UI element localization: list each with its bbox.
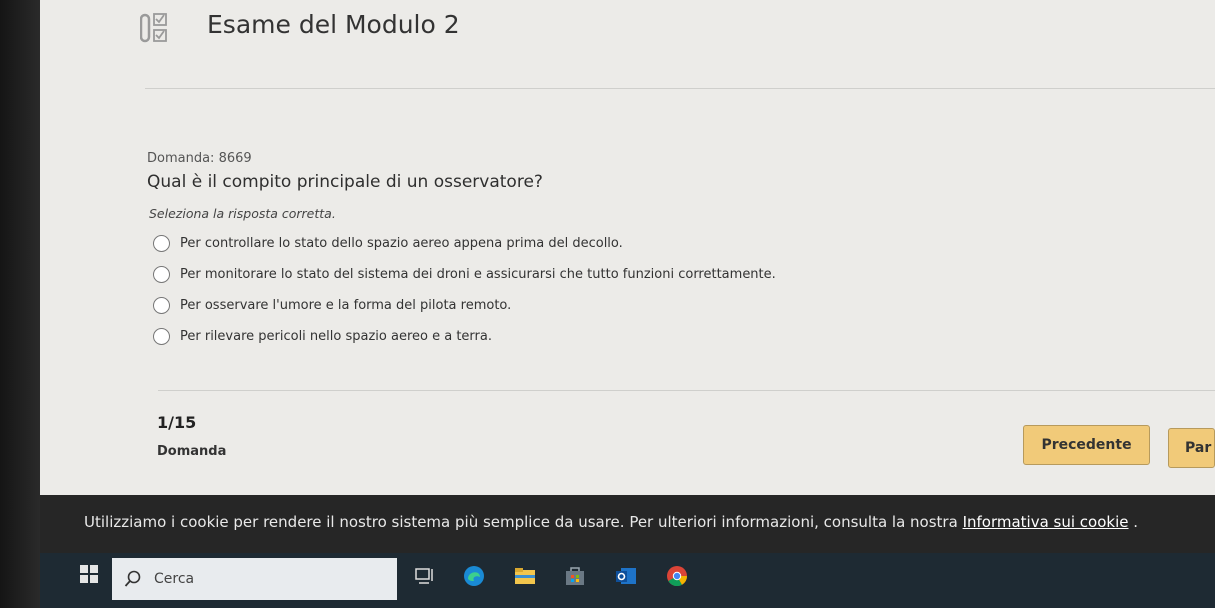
answer-option-label: Per rilevare pericoli nello spazio aereo… [180, 328, 492, 344]
question-progress-count: 1/15 [157, 413, 197, 432]
taskbar-search-box[interactable]: Cerca [112, 558, 397, 600]
edge-icon[interactable] [463, 565, 485, 587]
cookie-banner: Utilizziamo i cookie per rendere il nost… [40, 495, 1215, 553]
question-number: Domanda: 8669 [147, 151, 252, 166]
question-card: Domanda: 8669 Qual è il compito principa… [135, 135, 1215, 390]
question-text: Qual è il compito principale di un osser… [147, 172, 543, 192]
checklist-icon [140, 13, 167, 43]
answer-option-label: Per osservare l'umore e la forma del pil… [180, 297, 512, 313]
answer-option-label: Per monitorare lo stato del sistema dei … [180, 266, 776, 282]
header-divider [145, 88, 1215, 89]
footer-divider [158, 390, 1215, 391]
task-view-icon[interactable] [413, 565, 435, 587]
answer-instruction: Seleziona la risposta corretta. [149, 206, 336, 221]
chrome-icon[interactable] [666, 565, 688, 587]
windows-taskbar: Cerca [40, 553, 1215, 608]
cookie-message: Utilizziamo i cookie per rendere il nost… [84, 513, 963, 531]
exam-page: Esame del Modulo 2 Domanda: 8669 Qual è … [40, 0, 1215, 495]
radio-button[interactable] [153, 265, 170, 283]
file-explorer-icon[interactable] [514, 565, 536, 587]
cookie-banner-text: Utilizziamo i cookie per rendere il nost… [84, 513, 1138, 531]
store-icon[interactable] [564, 565, 586, 587]
question-progress-label: Domanda [157, 444, 227, 459]
answer-option-label: Per controllare lo stato dello spazio ae… [180, 235, 623, 251]
previous-button[interactable]: Precedente [1023, 425, 1150, 465]
answer-option-1[interactable]: Per controllare lo stato dello spazio ae… [153, 233, 623, 253]
radio-button[interactable] [153, 234, 170, 252]
next-button[interactable]: Par [1168, 428, 1215, 468]
monitor-bezel [0, 0, 40, 608]
page-title: Esame del Modulo 2 [207, 10, 460, 39]
search-placeholder: Cerca [154, 571, 195, 587]
cookie-suffix: . [1128, 513, 1139, 531]
answer-option-2[interactable]: Per monitorare lo stato del sistema dei … [153, 264, 776, 284]
outlook-icon[interactable] [615, 565, 637, 587]
answer-option-4[interactable]: Per rilevare pericoli nello spazio aereo… [153, 326, 492, 346]
radio-button[interactable] [153, 327, 170, 345]
search-icon [124, 570, 141, 587]
radio-button[interactable] [153, 296, 170, 314]
answer-option-3[interactable]: Per osservare l'umore e la forma del pil… [153, 295, 511, 315]
cookie-policy-link[interactable]: Informativa sui cookie [963, 513, 1129, 531]
windows-start-icon[interactable] [80, 565, 98, 583]
